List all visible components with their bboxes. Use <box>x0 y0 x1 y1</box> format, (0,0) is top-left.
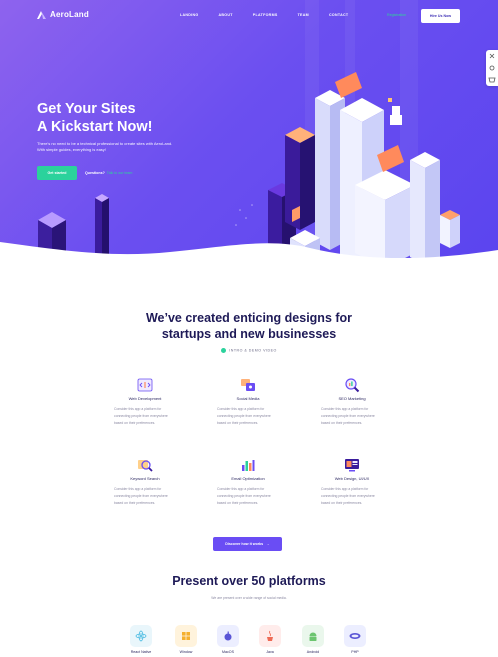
windows-icon <box>175 625 197 647</box>
platform-item[interactable]: PHP <box>335 625 375 654</box>
feature-title: SEO Marketing <box>338 396 366 401</box>
side-toolbar <box>486 50 498 86</box>
features-heading-line-2: startups and new businesses <box>161 327 337 341</box>
logo-text: AeroLand <box>50 10 89 19</box>
intro-video-label: INTRO & DEMO VIDEO <box>229 348 277 353</box>
hero-title-line-1: Get Your Sites <box>37 101 136 117</box>
hire-us-button[interactable]: Hire Us Now <box>421 9 460 23</box>
questions-text: Questions? Talk to our team <box>85 171 132 175</box>
feature-text: Consider this app a platform for connect… <box>321 407 375 425</box>
platform-item[interactable]: MacOS <box>208 625 248 654</box>
nav-link-team[interactable]: TEAM <box>298 13 309 17</box>
feature-text: Consider this app a platform for connect… <box>217 407 271 425</box>
cart-icon[interactable] <box>486 74 498 86</box>
arrow-right-icon: → <box>266 542 270 546</box>
discover-button[interactable]: Discover how it works → <box>213 537 282 551</box>
features-heading: We’ve created enticing designs for start… <box>0 310 498 342</box>
hero-subtitle: There's no need to be a technical profes… <box>37 141 173 153</box>
feature-text: Consider this app a platform for connect… <box>217 487 271 505</box>
feature-card: Web Development Consider this app a plat… <box>100 377 190 427</box>
social-chat-icon <box>241 379 255 391</box>
feature-title: Email Optimization <box>231 476 265 481</box>
discover-label: Discover how it works <box>225 542 264 546</box>
palette-icon[interactable] <box>486 50 498 62</box>
platform-name: Window <box>179 650 193 654</box>
feature-title: Social Media <box>236 396 260 401</box>
email-chart-icon <box>242 460 255 471</box>
features-heading-line-1: We’ve created enticing designs for <box>145 311 353 325</box>
nav-link-landing[interactable]: LANDING <box>180 13 198 17</box>
java-icon <box>259 625 281 647</box>
feature-card: Social Media Consider this app a platfor… <box>203 377 293 427</box>
feature-card: SEO Marketing Consider this app a platfo… <box>307 377 397 427</box>
platform-name: Android <box>306 650 320 654</box>
nav-links: LANDING ABOUT PLATFORMS TEAM CONTACT <box>180 13 368 17</box>
feature-card: Email Optimization Consider this app a p… <box>203 457 293 507</box>
platform-name: MacOS <box>222 650 234 654</box>
logo-icon <box>37 10 46 19</box>
feature-text: Consider this app a platform for connect… <box>114 487 168 505</box>
php-icon <box>344 625 366 647</box>
platform-item[interactable]: Window <box>166 625 206 654</box>
nav-link-contact[interactable]: CONTACT <box>329 13 348 17</box>
hero-wave <box>0 242 498 275</box>
play-icon <box>221 348 227 353</box>
platform-item[interactable]: Java <box>250 625 290 654</box>
react-icon <box>130 625 152 647</box>
hero-section: AeroLand LANDING ABOUT PLATFORMS TEAM CO… <box>0 0 498 275</box>
feature-card: Web Design, UI/UX Consider this app a pl… <box>307 457 397 507</box>
feature-text: Consider this app a platform for connect… <box>321 487 375 505</box>
platform-name: Java <box>266 650 274 654</box>
apple-icon <box>217 625 239 647</box>
registration-link[interactable]: Registration <box>387 13 406 17</box>
platforms-subtitle: We are present over a wide range of soci… <box>211 596 287 600</box>
platform-name: React Native <box>130 650 152 654</box>
feature-title: Web Design, UI/UX <box>334 476 370 481</box>
settings-icon[interactable] <box>486 62 498 74</box>
hero-title: Get Your Sites A Kickstart Now! <box>37 101 237 136</box>
platforms-heading: Present over 50 platforms <box>172 574 326 588</box>
feature-text: Consider this app a platform for connect… <box>114 407 168 425</box>
feature-title: Web Development <box>128 396 162 401</box>
platform-name: PHP <box>351 650 359 654</box>
android-icon <box>302 625 324 647</box>
platform-item[interactable]: React Native <box>121 625 161 654</box>
hero-title-line-2: A Kickstart Now! <box>37 118 153 135</box>
feature-card: Keyword Search Consider this app a platf… <box>100 457 190 507</box>
questions-label: Questions? <box>85 171 105 175</box>
get-started-button[interactable]: Get started <box>37 166 77 180</box>
code-window-icon <box>137 378 153 392</box>
web-design-icon <box>345 459 359 472</box>
nav-link-platforms[interactable]: PLATFORMS <box>253 13 278 17</box>
nav-link-about[interactable]: ABOUT <box>218 13 232 17</box>
feature-title: Keyword Search <box>130 476 160 481</box>
seo-magnifier-icon <box>345 378 360 393</box>
logo[interactable]: AeroLand <box>37 10 89 19</box>
top-navigation: AeroLand LANDING ABOUT PLATFORMS TEAM CO… <box>0 8 498 24</box>
intro-video-link[interactable]: INTRO & DEMO VIDEO <box>0 348 498 353</box>
talk-to-team-link[interactable]: Talk to our team <box>107 171 133 175</box>
keyword-search-icon <box>138 460 153 472</box>
platform-item[interactable]: Android <box>293 625 333 654</box>
